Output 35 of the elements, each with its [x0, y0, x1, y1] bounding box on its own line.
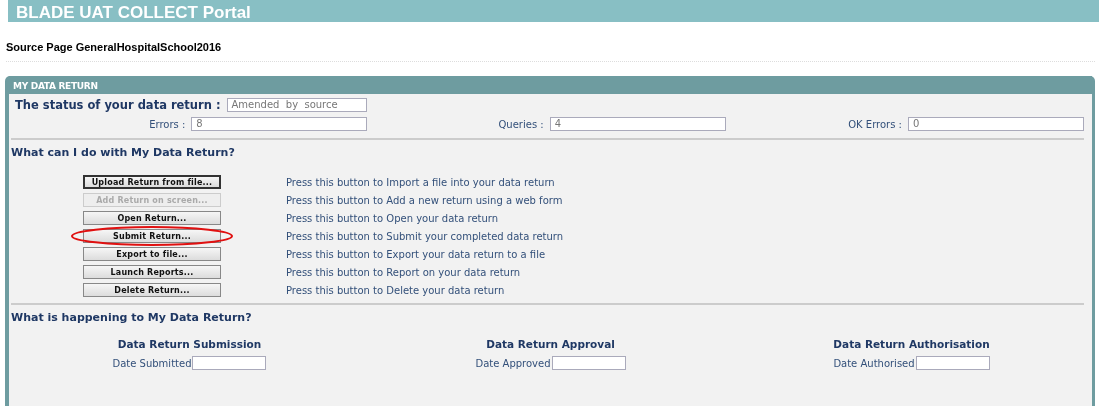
status-field[interactable]: Amended by source — [226, 98, 367, 112]
action-button[interactable]: Open Return... — [83, 211, 221, 225]
action-description: Press this button to Import a file into your data return — [286, 176, 556, 188]
action-description: Press this button to Export your data return to a file — [286, 248, 547, 260]
source-page-title: Source Page GeneralHospitalSchool2016 — [5, 40, 223, 55]
date-field[interactable] — [551, 356, 626, 370]
count-label: Queries : — [498, 118, 544, 130]
status-label: The status of your data return : — [15, 98, 221, 112]
count-label: OK Errors : — [848, 118, 902, 130]
date-label: Date Submitted — [112, 357, 192, 369]
action-description: Press this button to Submit your completed data return — [286, 230, 565, 242]
count-field[interactable]: 4 — [549, 117, 726, 131]
count-field[interactable]: 8 — [191, 117, 368, 131]
action-button[interactable]: Upload Return from file... — [83, 175, 221, 189]
panel-title: MY DATA RETURN — [9, 76, 1092, 94]
stage-title: Data Return Submission — [117, 338, 262, 350]
date-label: Date Approved — [475, 357, 551, 369]
action-button[interactable]: Export to file... — [83, 247, 221, 261]
stage-title: Data Return Authorisation — [833, 338, 990, 350]
date-field[interactable] — [915, 356, 990, 370]
portal-title: BLADE UAT COLLECT Portal — [16, 4, 251, 22]
action-description: Press this button to Delete your data return — [286, 284, 506, 296]
section-heading: What can I do with My Data Return? — [10, 145, 236, 159]
date-label: Date Authorised — [833, 357, 915, 369]
action-button[interactable]: Submit Return... — [83, 229, 221, 243]
count-field[interactable]: 0 — [908, 117, 1084, 131]
action-button[interactable]: Launch Reports... — [83, 265, 221, 279]
action-description: Press this button to Open your data return — [286, 212, 500, 224]
section-heading: What is happening to My Data Return? — [10, 310, 253, 324]
date-field[interactable] — [192, 356, 267, 370]
action-description: Press this button to Add a new return using a web form — [286, 194, 564, 206]
action-button[interactable]: Delete Return... — [83, 283, 221, 297]
count-label: Errors : — [149, 118, 186, 130]
stage-title: Data Return Approval — [486, 338, 615, 350]
action-description: Press this button to Report on your data return — [286, 266, 522, 278]
